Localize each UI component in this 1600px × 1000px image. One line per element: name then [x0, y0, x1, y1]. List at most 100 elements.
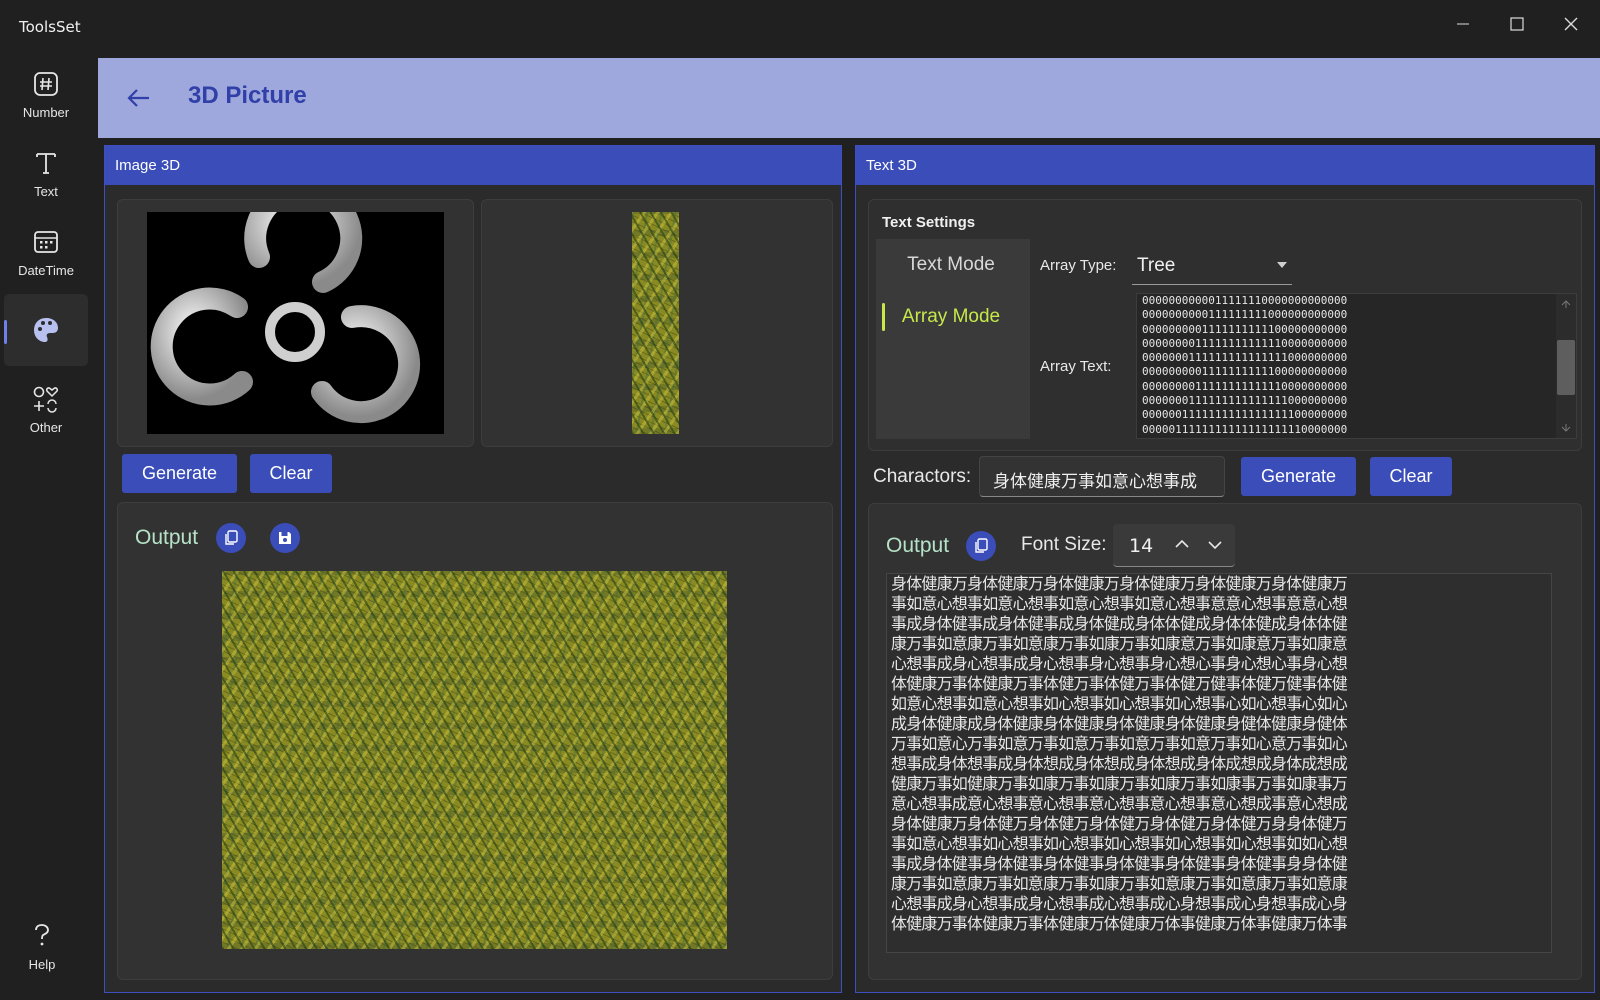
- output-line: 体健康万事体健康万事体健康万体健康万体事健康万体事健康万体事: [891, 914, 1348, 933]
- array-text-label: Array Text:: [1040, 358, 1112, 375]
- array-text-content: 0000000000011111110000000000000 000000000…: [1142, 294, 1347, 437]
- copy-icon: [975, 538, 988, 553]
- minimize-button[interactable]: [1440, 6, 1486, 42]
- text3d-title: Text 3D: [856, 146, 1594, 185]
- array-scrollbar[interactable]: [1556, 294, 1576, 438]
- array-line: 0000000001111111111100000000000: [1142, 322, 1348, 336]
- chevron-down-icon[interactable]: [1208, 540, 1222, 550]
- sidebar-item-number[interactable]: Number: [4, 58, 88, 130]
- output-line: 事成身体健事身体健事身体健事身体健事身体健事身体健事身身体健: [891, 854, 1348, 873]
- generate-button[interactable]: Generate: [122, 454, 237, 493]
- sidebar-item-label: DateTime: [18, 262, 74, 278]
- text-output-card: Output Font Size: 14 身体健康万身体健康万身体健康万身体健康…: [868, 503, 1582, 980]
- chevron-up-icon[interactable]: [1175, 539, 1189, 549]
- array-type-select[interactable]: Tree: [1132, 245, 1292, 285]
- sidebar: Number Text DateTime Other Help: [0, 58, 90, 1000]
- save-button[interactable]: [270, 523, 300, 553]
- generate-text-button[interactable]: Generate: [1241, 457, 1356, 496]
- text3d-panel: Text 3D Text Settings Text Mode Array Mo…: [855, 145, 1595, 993]
- array-line: 0000011111111111111111110000000: [1142, 422, 1348, 436]
- array-line: 0000000000111111111000000000000: [1142, 308, 1348, 322]
- output-label: Output: [886, 534, 950, 557]
- array-line: 0000000111111111111111000000000: [1142, 394, 1348, 408]
- tab-array-mode-label: Array Mode: [901, 306, 1001, 327]
- maximize-button[interactable]: [1494, 6, 1540, 42]
- copy-icon: [225, 530, 238, 545]
- output-line: 康万事如意康万事如意康万事如康万事如康意万事如康意万事如康意: [891, 634, 1348, 653]
- text-output-area[interactable]: 身体健康万身体健康万身体健康万身体健康万身体健康万身体健康万 事如意心想事如意心想…: [886, 573, 1552, 953]
- output-line: 事成身体健事成身体健事成身体健成身体体健成身体体健成身体体健: [891, 614, 1348, 633]
- characters-label: Charactors:: [873, 466, 972, 487]
- clear-text-button[interactable]: Clear: [1370, 457, 1452, 496]
- output-line: 想事成身体想事成身体想成身体想成身体想成身体成想成身体成想成: [891, 754, 1348, 773]
- scroll-up-icon[interactable]: [1561, 299, 1571, 309]
- output-line: 万事如意心万事如意万事如意万事如意万事如意万事如心意万事如心: [891, 734, 1348, 753]
- array-textarea[interactable]: 0000000000011111110000000000000 000000000…: [1136, 293, 1577, 439]
- font-size-label: Font Size:: [1021, 534, 1107, 555]
- image3d-title: Image 3D: [105, 146, 841, 185]
- title-bar: ToolsSet: [0, 0, 1600, 58]
- tab-indicator: [882, 303, 885, 331]
- tab-array-mode[interactable]: Array Mode: [876, 293, 1026, 341]
- depth-map-card[interactable]: [117, 179, 474, 447]
- tab-text-mode[interactable]: Text Mode: [876, 241, 1026, 289]
- image-output-card: Output: [117, 502, 833, 980]
- settings-title: Text Settings: [882, 214, 976, 231]
- sidebar-item-picture[interactable]: [4, 294, 88, 366]
- clear-button[interactable]: Clear: [250, 454, 332, 493]
- output-line: 体健康万事体健康万事体健万事体健万事体健万健事体健万健事体健: [891, 674, 1348, 693]
- image3d-panel: Image 3D Generate Clear Output: [104, 145, 842, 993]
- output-line: 心想事成身心想事成身心想事成心想事成心身想事成心身想事成心身: [891, 894, 1348, 913]
- question-icon: [32, 921, 52, 951]
- sidebar-item-datetime[interactable]: DateTime: [4, 216, 88, 288]
- scroll-thumb[interactable]: [1557, 340, 1575, 395]
- depth-map-image: [147, 179, 444, 434]
- stereogram-output-image: [222, 571, 727, 949]
- array-line: 0000000001111111111100000000000: [1142, 365, 1348, 379]
- characters-input[interactable]: 身体健康万事如意心想事成: [979, 456, 1225, 497]
- array-line: 0000000011111111111110000000000: [1142, 379, 1348, 393]
- back-arrow-icon: [127, 89, 149, 107]
- output-line: 事如意心想事如意心想事如意心想事如意心想事意意心想事意意心想: [891, 594, 1348, 613]
- mode-tabs: Text Mode Array Mode: [876, 239, 1030, 439]
- font-size-value: 14: [1129, 535, 1154, 557]
- back-button[interactable]: [124, 84, 152, 112]
- save-icon: [279, 532, 291, 544]
- output-line: 心想事成身心想事成身心想事身心想事身心想心事身心想心事身心想: [891, 654, 1348, 673]
- copy-button[interactable]: [216, 523, 246, 553]
- maximize-icon: [1510, 17, 1524, 31]
- array-type-value: Tree: [1137, 255, 1176, 276]
- sidebar-item-help[interactable]: Help: [0, 910, 84, 982]
- hash-icon: [33, 69, 59, 99]
- sidebar-item-text[interactable]: Text: [4, 137, 88, 209]
- output-line: 身体健康万身体健康万身体健康万身体健康万身体健康万身体健康万: [891, 574, 1348, 593]
- scroll-down-icon[interactable]: [1561, 423, 1571, 433]
- close-icon: [1564, 17, 1578, 31]
- close-button[interactable]: [1548, 6, 1594, 42]
- output-line: 意心想事成意心想事意心想事意心想事意心想事意心想成事意心想成: [891, 794, 1348, 813]
- array-line: 0000000111111111111111000000000: [1142, 351, 1348, 365]
- palette-icon: [32, 315, 60, 345]
- minimize-icon: [1457, 23, 1469, 25]
- copy-text-button[interactable]: [966, 531, 996, 561]
- array-line: 0000000000011111110000000000000: [1142, 294, 1348, 307]
- text-icon: [34, 148, 58, 178]
- array-line: 0000001111111111111111100000000: [1142, 408, 1348, 422]
- sidebar-item-label: Help: [28, 956, 56, 972]
- sidebar-item-label: Number: [22, 104, 70, 120]
- texture-card[interactable]: [481, 199, 833, 447]
- calendar-icon: [33, 227, 59, 257]
- characters-value: 身体健康万事如意心想事成: [993, 472, 1197, 492]
- text-output-content: 身体健康万身体健康万身体健康万身体健康万身体健康万身体健康万 事如意心想事如意心想…: [891, 574, 1348, 934]
- chevron-down-icon: [1277, 262, 1287, 268]
- page-header: 3D Picture: [98, 58, 1600, 138]
- text-settings-card: Text Settings Text Mode Array Mode Array…: [868, 199, 1582, 451]
- sidebar-item-label: Text: [34, 183, 58, 199]
- output-line: 事如意心想事如心想事如心想事如心想事如心想事如心想事如如心想: [891, 834, 1348, 853]
- active-indicator: [4, 320, 7, 344]
- font-size-stepper[interactable]: 14: [1113, 524, 1235, 567]
- shapes-icon: [32, 384, 60, 414]
- output-line: 身体健康万身体健万身体健万身体健万身体健万身体健万身身体健万: [891, 814, 1348, 833]
- sidebar-item-other[interactable]: Other: [4, 373, 88, 445]
- page-title: 3D Picture: [188, 82, 307, 109]
